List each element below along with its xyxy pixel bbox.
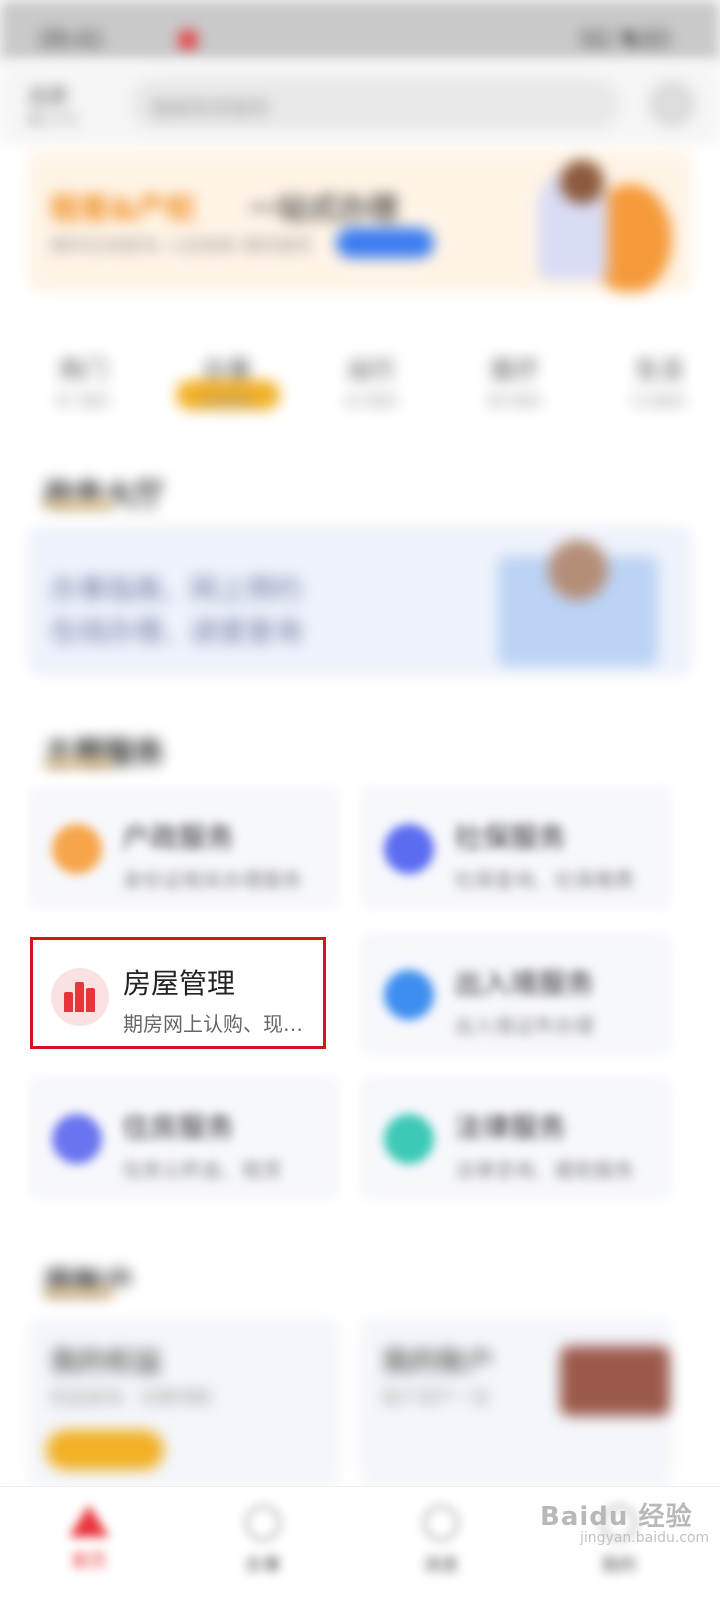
tabbar-affairs[interactable]: 办事 [218, 1505, 308, 1577]
service-title: 出入境服务 [454, 967, 595, 1000]
service-title: 房屋管理 [123, 967, 236, 1000]
search-placeholder: 搜索政务服务 [150, 96, 270, 120]
service-card-exit-entry[interactable]: 出入境服务 出入境证件办理 [360, 932, 672, 1056]
section-underline [44, 760, 114, 766]
tabbar-label: 办事 [245, 1555, 281, 1576]
tab-label: 生活 [635, 356, 683, 384]
message-icon [423, 1505, 459, 1541]
section-underline [44, 1290, 114, 1296]
status-indicators: 5G ◥ 83 [580, 28, 670, 53]
social-security-icon [384, 824, 434, 874]
promo-banner[interactable]: 租客&产权 一站式办理 随时在线查询 入驻指南 便民服务 [28, 150, 692, 292]
tab-label: 办事 [203, 356, 251, 384]
service-title: 社保服务 [454, 821, 567, 854]
section-underline [44, 502, 114, 508]
tab-label: 医疗 [491, 356, 539, 384]
tab-label: 出行 [347, 356, 395, 384]
service-card-housing-management[interactable]: 房屋管理 期房网上认购、现… [30, 937, 326, 1049]
watermark-url: jingyan.baidu.com [580, 1530, 710, 1546]
building-icon [51, 968, 109, 1026]
banner-title: 一站式办理 [248, 192, 398, 227]
tab-travel[interactable]: 出行 出行服务 [316, 350, 426, 411]
banner-title-accent: 租客&产权 [50, 192, 197, 227]
wallet-icon [560, 1346, 670, 1416]
status-bar: 09:41 5G ◥ 83 [0, 0, 720, 62]
tab-affairs[interactable]: 办事 办事服务 [172, 350, 282, 411]
tab-label: 热门 [59, 356, 107, 384]
notification-dot-icon [178, 30, 198, 50]
home-icon [69, 1505, 109, 1537]
service-desc: 社保查询、社保缴费 [454, 868, 634, 892]
scan-icon[interactable] [648, 80, 696, 128]
card-button[interactable] [46, 1430, 164, 1470]
tabbar-label: 消息 [423, 1555, 459, 1576]
banner-button[interactable] [336, 228, 434, 258]
service-card-legal[interactable]: 法律服务 法律咨询、援助服务 [360, 1076, 672, 1200]
service-desc: 身份证相关办理服务 [122, 868, 302, 892]
weather-text: 晴 17℃ [28, 113, 80, 129]
tab-sub: 出行服务 [343, 394, 399, 410]
tab-medical[interactable]: 医疗 医疗服务 [460, 350, 570, 411]
app-header: 北京 晴 17℃ 搜索政务服务 [0, 62, 720, 144]
account-card-benefits[interactable]: 我的权益 权益查询、优惠领取 [28, 1318, 340, 1488]
watermark-logo: Baidu 经验 [540, 1502, 693, 1532]
hall-line-2: 在线办理、进度查询 [50, 615, 303, 648]
tab-sub: 生活服务 [631, 394, 687, 410]
account-card-assets[interactable]: 我的账户 账户资产一览 [360, 1318, 672, 1488]
service-desc: 法律咨询、援助服务 [454, 1158, 634, 1182]
service-desc: 出入境证件办理 [454, 1014, 594, 1038]
household-icon [52, 824, 102, 874]
service-desc: 住房公积金、租赁 [122, 1158, 282, 1182]
card-title: 我的权益 [50, 1345, 163, 1378]
affairs-icon [245, 1505, 281, 1541]
hall-illustration-person [548, 540, 608, 600]
legal-icon [384, 1114, 434, 1164]
city-selector[interactable]: 北京 [28, 80, 68, 109]
tab-sub: 热门服务 [55, 394, 111, 410]
tabbar-messages[interactable]: 消息 [396, 1505, 486, 1577]
hall-line-1: 办事指南、网上预约 [50, 573, 303, 606]
card-sub: 账户资产一览 [382, 1388, 490, 1409]
service-card-social-security[interactable]: 社保服务 社保查询、社保缴费 [360, 786, 672, 910]
tab-hot[interactable]: 热门 热门服务 [28, 350, 138, 411]
tabbar-label: 首页 [71, 1551, 107, 1572]
tab-sub: 办事服务 [199, 394, 255, 410]
tab-life[interactable]: 生活 生活服务 [604, 350, 714, 411]
tabbar-home[interactable]: 首页 [44, 1505, 134, 1573]
service-hall-card[interactable]: 办事指南、网上预约 在线办理、进度查询 [28, 526, 692, 676]
service-desc: 期房网上认购、现… [123, 1012, 303, 1036]
housing-icon [52, 1114, 102, 1164]
category-tabs: 热门 热门服务 办事 办事服务 出行 出行服务 医疗 医疗服务 生活 生活服务 [0, 340, 720, 430]
service-title: 住房服务 [122, 1111, 235, 1144]
card-sub: 权益查询、优惠领取 [50, 1388, 212, 1409]
card-title: 我的账户 [382, 1345, 495, 1378]
banner-subtitle: 随时在线查询 入驻指南 便民服务 [50, 236, 314, 257]
exit-entry-icon [384, 970, 434, 1020]
service-title: 户政服务 [122, 821, 235, 854]
service-card-housing[interactable]: 住房服务 住房公积金、租赁 [28, 1076, 340, 1200]
search-input[interactable]: 搜索政务服务 [130, 78, 620, 130]
service-card-household[interactable]: 户政服务 身份证相关办理服务 [28, 786, 340, 910]
banner-illustration-head [560, 160, 604, 204]
tab-sub: 医疗服务 [487, 394, 543, 410]
status-time: 09:41 [40, 28, 104, 53]
service-title: 法律服务 [454, 1111, 567, 1144]
tabbar-label: 我的 [601, 1555, 637, 1576]
